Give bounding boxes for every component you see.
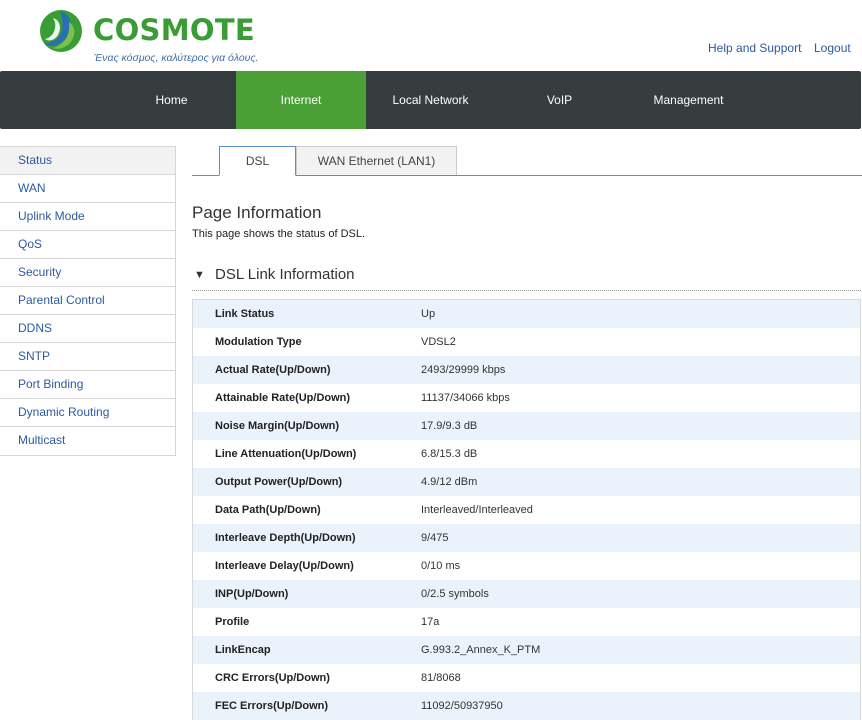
row-label: LinkEncap <box>215 644 271 656</box>
sidebar-item-multicast[interactable]: Multicast <box>0 427 175 455</box>
table-row: Noise Margin(Up/Down) 17.9/9.3 dB <box>193 412 860 440</box>
tab-dsl[interactable]: DSL <box>219 146 296 176</box>
table-row: Profile 17a <box>193 608 860 636</box>
sidebar-item-wan[interactable]: WAN <box>0 175 175 203</box>
sidebar-item-sntp[interactable]: SNTP <box>0 343 175 371</box>
nav-voip[interactable]: VoIP <box>495 71 624 129</box>
row-label: Link Status <box>215 308 275 320</box>
brand-tagline: Ένας κόσμος, καλύτερος για όλους. <box>94 52 259 64</box>
row-value: 0/10 ms <box>421 560 461 572</box>
row-label: Line Attenuation(Up/Down) <box>215 448 357 460</box>
page-title: Page Information <box>192 203 322 222</box>
row-value: 17.9/9.3 dB <box>421 420 478 432</box>
row-label: FEC Errors(Up/Down) <box>215 700 329 712</box>
row-value: 2493/29999 kbps <box>421 364 506 376</box>
brand-name: COSMOTE <box>93 13 256 47</box>
section-title: DSL Link Information <box>215 266 355 283</box>
sidebar-item-parental-control[interactable]: Parental Control <box>0 287 175 315</box>
table-row: Interleave Delay(Up/Down) 0/10 ms <box>193 552 860 580</box>
row-label: Interleave Delay(Up/Down) <box>215 560 354 572</box>
row-value: 9/475 <box>421 532 449 544</box>
row-label: Modulation Type <box>215 336 302 348</box>
sidebar-item-security[interactable]: Security <box>0 259 175 287</box>
table-row: CRC Errors(Up/Down) 81/8068 <box>193 664 860 692</box>
table-row: Actual Rate(Up/Down) 2493/29999 kbps <box>193 356 860 384</box>
table-row: INP(Up/Down) 0/2.5 symbols <box>193 580 860 608</box>
row-label: Attainable Rate(Up/Down) <box>215 392 351 404</box>
row-value: 4.9/12 dBm <box>421 476 478 488</box>
row-label: Output Power(Up/Down) <box>215 476 343 488</box>
table-row: Modulation Type VDSL2 <box>193 328 860 356</box>
table-row: Link Status Up <box>193 300 860 328</box>
row-value: 81/8068 <box>421 672 461 684</box>
row-value: Up <box>421 308 436 320</box>
main-nav: Home Internet Local Network VoIP Managem… <box>0 71 861 129</box>
row-value: VDSL2 <box>421 336 456 348</box>
row-value: 17a <box>421 616 440 628</box>
nav-management[interactable]: Management <box>624 71 753 129</box>
dsl-info-table: Link Status Up Modulation Type VDSL2 Actua… <box>192 299 861 720</box>
header: COSMOTE Ένας κόσμος, καλύτερος για όλους… <box>0 0 862 71</box>
row-value: 11092/50937950 <box>421 700 503 712</box>
table-row: LinkEncap G.993.2_Annex_K_PTM <box>193 636 860 664</box>
nav-local-network[interactable]: Local Network <box>366 71 495 129</box>
sidebar-item-dynamic-routing[interactable]: Dynamic Routing <box>0 399 175 427</box>
row-label: Data Path(Up/Down) <box>215 504 321 516</box>
table-row: Output Power(Up/Down) 4.9/12 dBm <box>193 468 860 496</box>
sidebar-item-qos[interactable]: QoS <box>0 231 175 259</box>
table-row: Line Attenuation(Up/Down) 6.8/15.3 dB <box>193 440 860 468</box>
table-row: Data Path(Up/Down) Interleaved/Interleave… <box>193 496 860 524</box>
sidebar-item-ddns[interactable]: DDNS <box>0 315 175 343</box>
sidebar-item-status[interactable]: Status <box>0 147 175 175</box>
sidebar-item-port-binding[interactable]: Port Binding <box>0 371 175 399</box>
table-row: FEC Errors(Up/Down) 11092/50937950 <box>193 692 860 720</box>
nav-home[interactable]: Home <box>107 71 236 129</box>
row-value: 6.8/15.3 dB <box>421 448 478 460</box>
cosmote-logo-icon <box>40 10 82 52</box>
row-value: G.993.2_Annex_K_PTM <box>421 644 541 656</box>
sidebar: Status WAN Uplink Mode QoS Security Pare… <box>0 146 176 456</box>
sidebar-item-uplink-mode[interactable]: Uplink Mode <box>0 203 175 231</box>
row-label: Interleave Depth(Up/Down) <box>215 532 356 544</box>
row-label: Profile <box>215 616 250 628</box>
row-label: CRC Errors(Up/Down) <box>215 672 330 684</box>
table-row: Attainable Rate(Up/Down) 11137/34066 kbps <box>193 384 860 412</box>
row-label: INP(Up/Down) <box>215 588 289 600</box>
tab-wan-ethernet[interactable]: WAN Ethernet (LAN1) <box>296 146 457 175</box>
table-row: Interleave Depth(Up/Down) 9/475 <box>193 524 860 552</box>
row-value: 11137/34066 kbps <box>421 392 510 404</box>
row-value: Interleaved/Interleaved <box>421 504 533 516</box>
row-label: Actual Rate(Up/Down) <box>215 364 331 376</box>
section-header[interactable]: ▼ DSL Link Information <box>192 264 861 291</box>
tab-bar: DSL WAN Ethernet (LAN1) <box>192 146 862 176</box>
page-description: This page shows the status of DSL. <box>192 228 366 240</box>
nav-internet[interactable]: Internet <box>236 71 366 129</box>
row-value: 0/2.5 symbols <box>421 588 489 600</box>
help-support-link[interactable]: Help and Support <box>708 41 801 55</box>
collapse-arrow-icon[interactable]: ▼ <box>194 269 205 281</box>
row-label: Noise Margin(Up/Down) <box>215 420 340 432</box>
logout-link[interactable]: Logout <box>814 41 851 55</box>
